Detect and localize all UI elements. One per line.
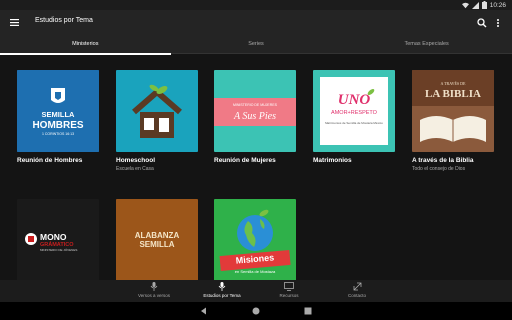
contact-icon [353,282,361,291]
status-bar: 10:26 [0,0,512,10]
nav-label: Estudios por Tema [203,293,241,298]
card-title: Reunión de Mujeres [214,157,276,164]
card-image: A TRAVÉS DE LA BIBLIA [412,70,494,152]
bible-icon: A TRAVÉS DE LA BIBLIA [412,70,494,152]
logo-small-text: A TRAVÉS DE [441,81,467,86]
alabanza-semilla-logo: ALABANZA SEMILLA [116,199,198,281]
tab-bar: Ministerios Series Temas Especiales [0,34,512,55]
logo-main-text: MONO [40,232,67,242]
card-homeschool[interactable]: Homeschool Escuela en Casa [116,70,198,172]
logo-main-text: UNO [338,92,371,108]
card-image: UNO AMOR+RESPETO Matrimonios de Semilla … [313,70,395,152]
card-title: Matrimonios [313,157,352,164]
more-vertical-icon[interactable] [493,16,503,28]
uno-logo: UNO AMOR+RESPETO Matrimonios de Semilla … [313,70,395,152]
nav-label: Versos a versos [137,293,170,298]
search-icon[interactable] [476,16,488,28]
card-title: A través de la Biblia [412,157,474,164]
tab-temas-especiales[interactable]: Temas Especiales [341,34,512,54]
card-image: ALABANZA SEMILLA [116,199,198,281]
logo-small-text: MINISTERIO DE MUJERES [233,103,278,107]
app-bar: Estudios por Tema [0,10,512,34]
clock: 10:26 [489,1,506,9]
card-a-traves-biblia[interactable]: A TRAVÉS DE LA BIBLIA A través de la Bib… [412,70,494,172]
hamburger-menu-icon[interactable] [8,16,20,28]
card-subtitle: Escuela en Casa [116,166,154,172]
logo-main-text: A Sus Pies [233,111,276,122]
recents-icon[interactable] [304,307,312,315]
battery-icon [481,1,487,9]
signal-icon [471,1,479,9]
card-mono-gramatico[interactable]: MONO GRÁMATICO MINISTERIO DE JÓVENES [17,199,99,281]
logo-small-text: en Semilla de Mostaza [235,269,276,274]
logo-small-text: MINISTERIO DE JÓVENES [40,247,77,252]
card-alabanza-semilla[interactable]: ALABANZA SEMILLA [116,199,198,281]
card-misiones[interactable]: Misiones en Semilla de Mostaza [214,199,296,281]
nav-contacto[interactable]: Contacto [322,282,392,302]
card-matrimonios[interactable]: UNO AMOR+RESPETO Matrimonios de Semilla … [313,70,395,164]
logo-main-text: LA BIBLIA [425,88,481,100]
logo-main-text: ALABANZA [135,231,180,240]
card-title: Homeschool [116,157,156,164]
logo-main2-text: SEMILLA [139,240,174,249]
ministry-grid: SEMILLA HOMBRES 1 CORINTIOS 16:13 Reunió… [0,55,512,281]
nav-recursos[interactable]: Recursos [254,282,324,302]
tab-ministerios[interactable]: Ministerios [0,34,171,55]
nav-estudios-por-tema[interactable]: Estudios por Tema [187,282,257,302]
logo-ref-text: 1 CORINTIOS 16:13 [42,132,74,136]
page-title: Estudios por Tema [35,17,93,24]
nav-label: Recursos [279,293,299,298]
globe-icon: Misiones en Semilla de Mostaza [214,199,296,281]
a-sus-pies-logo: MINISTERIO DE MUJERES A Sus Pies [214,70,296,152]
logo-top-text: SEMILLA [42,110,75,119]
logo-main2-text: GRÁMATICO [40,241,74,248]
house-icon [116,70,198,152]
card-reunion-hombres[interactable]: SEMILLA HOMBRES 1 CORINTIOS 16:13 Reunió… [17,70,99,164]
logo-sub-text: AMOR+RESPETO [331,110,378,116]
home-icon[interactable] [252,307,260,315]
tab-series[interactable]: Series [171,34,342,54]
tab-label: Series [248,41,264,47]
monogramatico-logo: MONO GRÁMATICO MINISTERIO DE JÓVENES [17,199,99,281]
microphone-icon [150,282,158,291]
semilla-hombres-logo: SEMILLA HOMBRES 1 CORINTIOS 16:13 [17,70,99,152]
card-image [116,70,198,152]
monitor-icon [284,282,294,291]
card-image: SEMILLA HOMBRES 1 CORINTIOS 16:13 [17,70,99,152]
logo-main-text: HOMBRES [32,120,83,131]
card-title: Reunión de Hombres [17,157,83,164]
logo-small-text: Matrimonios de Semilla de Mostaza México [325,121,383,125]
card-image: Misiones en Semilla de Mostaza [214,199,296,281]
tab-label: Ministerios [72,41,99,47]
tab-label: Temas Especiales [404,41,449,47]
nav-label: Contacto [347,293,366,298]
nav-versos-a-versos[interactable]: Versos a versos [119,282,189,302]
microphone-icon [218,282,226,291]
card-image: MINISTERIO DE MUJERES A Sus Pies [214,70,296,152]
bottom-nav: Versos a versos Estudios por Tema Recurs… [0,280,512,302]
system-nav-bar [0,302,512,320]
card-image: MONO GRÁMATICO MINISTERIO DE JÓVENES [17,199,99,281]
card-reunion-mujeres[interactable]: MINISTERIO DE MUJERES A Sus Pies Reunión… [214,70,296,164]
wifi-icon [461,2,469,8]
card-subtitle: Todo el consejo de Dios [412,166,466,172]
back-icon[interactable] [200,307,208,315]
